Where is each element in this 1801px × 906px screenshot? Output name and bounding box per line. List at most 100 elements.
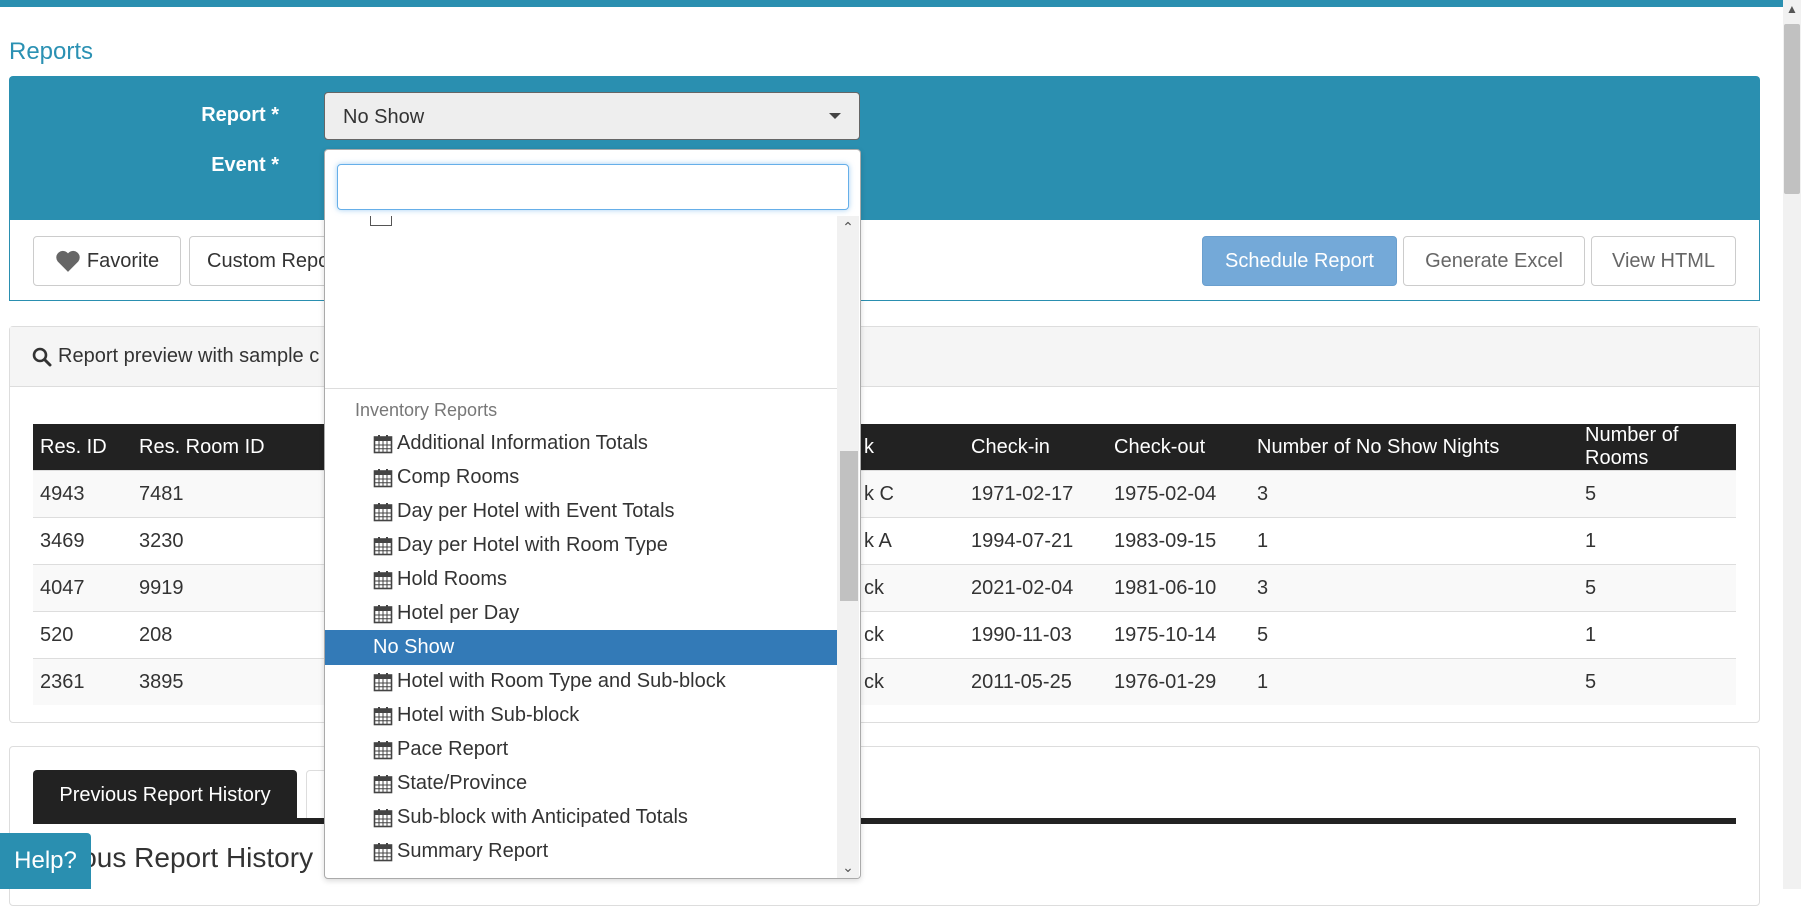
dropdown-item-label: Day per Hotel with Event Totals: [397, 500, 675, 522]
calendar-icon: [373, 570, 393, 589]
generate-excel-button[interactable]: Generate Excel: [1403, 236, 1585, 286]
heart-icon: [56, 250, 80, 272]
dropdown-item[interactable]: Hotel with Room Type and Sub-block: [325, 664, 837, 699]
dropdown-item-label: Hotel per Day: [397, 602, 520, 624]
calendar-icon: [373, 502, 393, 521]
schedule-report-label: Schedule Report: [1225, 249, 1374, 272]
dropdown-item[interactable]: Day per Hotel with Event Totals: [325, 494, 837, 529]
calendar-icon: [373, 536, 393, 555]
dropdown-item[interactable]: Hotel per Day: [325, 596, 837, 631]
table-cell: 1: [1250, 658, 1578, 705]
dropdown-scrollbar-thumb[interactable]: [840, 451, 858, 601]
column-header: Check-out: [1107, 424, 1250, 471]
table-cell: 1983-09-15: [1107, 517, 1250, 565]
calendar-icon: [373, 740, 393, 759]
report-form-panel: Report * Event *: [9, 76, 1760, 220]
table-cell: 5: [1250, 611, 1578, 659]
dropdown-scrollbar[interactable]: ⌃ ⌄: [837, 216, 859, 878]
action-bar: Favorite Custom Repo Schedule Report Gen…: [9, 220, 1760, 301]
table-cell: 3895: [132, 658, 317, 705]
dropdown-item[interactable]: State/Province: [325, 766, 837, 801]
dropdown-item-label: Comp Rooms: [397, 466, 520, 488]
table-header-row: Res. ID Res. Room ID R k Check-in Check-…: [33, 424, 1736, 471]
report-history-panel: Previous Report History ious Report Hist…: [9, 746, 1760, 906]
dropdown-item[interactable]: Hold Rooms: [325, 562, 837, 597]
table-cell: 1975-10-14: [1107, 611, 1250, 659]
table-cell: k A: [857, 517, 964, 565]
scroll-up-icon[interactable]: ⌃: [837, 216, 859, 238]
table-cell: 2011-05-25: [964, 658, 1107, 705]
table-cell: ck: [857, 611, 964, 659]
dropdown-item[interactable]: Comp Rooms: [325, 460, 837, 495]
dropdown-item[interactable]: Sub-block with Anticipated Totals: [325, 800, 837, 835]
history-title: ious Report History: [75, 842, 314, 873]
table-row: 2361 3895 D ck 2011-05-25 1976-01-29 1 5: [33, 658, 1736, 705]
dropdown-search-input[interactable]: [337, 164, 849, 210]
table-cell: 3469: [33, 517, 132, 565]
dropdown-item-selected[interactable]: No Show: [325, 630, 837, 665]
schedule-report-button[interactable]: Schedule Report: [1202, 236, 1397, 286]
column-header: Res. Room ID: [132, 424, 317, 471]
dropdown-item[interactable]: Additional Information Totals: [325, 426, 837, 461]
tab-underline: [33, 818, 1736, 824]
partial-calendar-icon: [370, 216, 392, 226]
tab-label: Previous Report History: [59, 784, 271, 806]
preview-table: Res. ID Res. Room ID R k Check-in Check-…: [33, 424, 1736, 705]
dropdown-item[interactable]: Summary Report: [325, 834, 837, 869]
table-cell: ck: [857, 658, 964, 705]
dropdown-item-label: Wait-list: [397, 874, 467, 876]
view-html-button[interactable]: View HTML: [1591, 236, 1736, 286]
table-row: 520 208 K ck 1990-11-03 1975-10-14 5 1: [33, 611, 1736, 659]
favorite-label: Favorite: [86, 249, 160, 272]
calendar-icon: [373, 706, 393, 725]
column-header: k: [857, 424, 964, 471]
table-cell: 5: [1578, 470, 1736, 518]
custom-report-label: Custom Repo: [207, 249, 330, 272]
table-cell: 2361: [33, 658, 132, 705]
column-header: Check-in: [964, 424, 1107, 471]
dropdown-item-label: No Show: [373, 636, 455, 658]
help-button[interactable]: Help?: [0, 833, 91, 889]
calendar-icon: [373, 774, 393, 793]
view-html-label: View HTML: [1612, 249, 1715, 272]
report-select[interactable]: No Show: [324, 92, 860, 140]
table-cell: 9919: [132, 564, 317, 612]
dropdown-item-label: Hold Rooms: [397, 568, 508, 590]
dropdown-item-label: Day per Hotel with Room Type: [397, 534, 668, 556]
dropdown-item[interactable]: Day per Hotel with Room Type: [325, 528, 837, 563]
table-cell: 1994-07-21: [964, 517, 1107, 565]
calendar-icon: [373, 672, 393, 691]
column-header: Res. ID: [33, 424, 132, 471]
table-cell: k C: [857, 470, 964, 518]
calendar-icon: [373, 434, 393, 453]
calendar-icon: [373, 808, 393, 827]
help-label: Help?: [14, 847, 77, 874]
report-dropdown: Inventory Reports Additional Information…: [324, 149, 861, 879]
caret-down-icon: [829, 113, 841, 119]
favorite-button[interactable]: Favorite: [33, 236, 181, 286]
table-cell: 3230: [132, 517, 317, 565]
dropdown-item-label: Additional Information Totals: [397, 432, 648, 454]
report-label: Report *: [201, 104, 279, 126]
page-scrollbar-thumb[interactable]: [1784, 24, 1800, 194]
dropdown-item[interactable]: Hotel with Sub-block: [325, 698, 837, 733]
dropdown-item-label: State/Province: [397, 772, 528, 794]
dropdown-item-label: Hotel with Room Type and Sub-block: [397, 670, 726, 692]
dropdown-item[interactable]: Pace Report: [325, 732, 837, 767]
group-divider: [325, 388, 837, 389]
dropdown-item-label: Pace Report: [397, 738, 509, 760]
table-cell: 1976-01-29: [1107, 658, 1250, 705]
calendar-icon: [373, 876, 393, 877]
table-cell: 1971-02-17: [964, 470, 1107, 518]
dropdown-group-label: Inventory Reports: [355, 400, 498, 420]
dropdown-item[interactable]: Wait-list: [325, 868, 837, 876]
scroll-down-icon[interactable]: ⌄: [837, 856, 859, 878]
scroll-up-arrow-icon[interactable]: ▲: [1784, 0, 1800, 18]
table-cell: 520: [33, 611, 132, 659]
tab-previous-report-history[interactable]: Previous Report History: [33, 770, 297, 821]
table-cell: 208: [132, 611, 317, 659]
preview-heading: Report preview with sample c: [10, 327, 1759, 387]
column-header: Number of Rooms: [1578, 424, 1736, 471]
table-row: 4047 9919 K ck 2021-02-04 1981-06-10 3 5: [33, 564, 1736, 612]
table-row: 3469 3230 S k A 1994-07-21 1983-09-15 1 …: [33, 517, 1736, 565]
